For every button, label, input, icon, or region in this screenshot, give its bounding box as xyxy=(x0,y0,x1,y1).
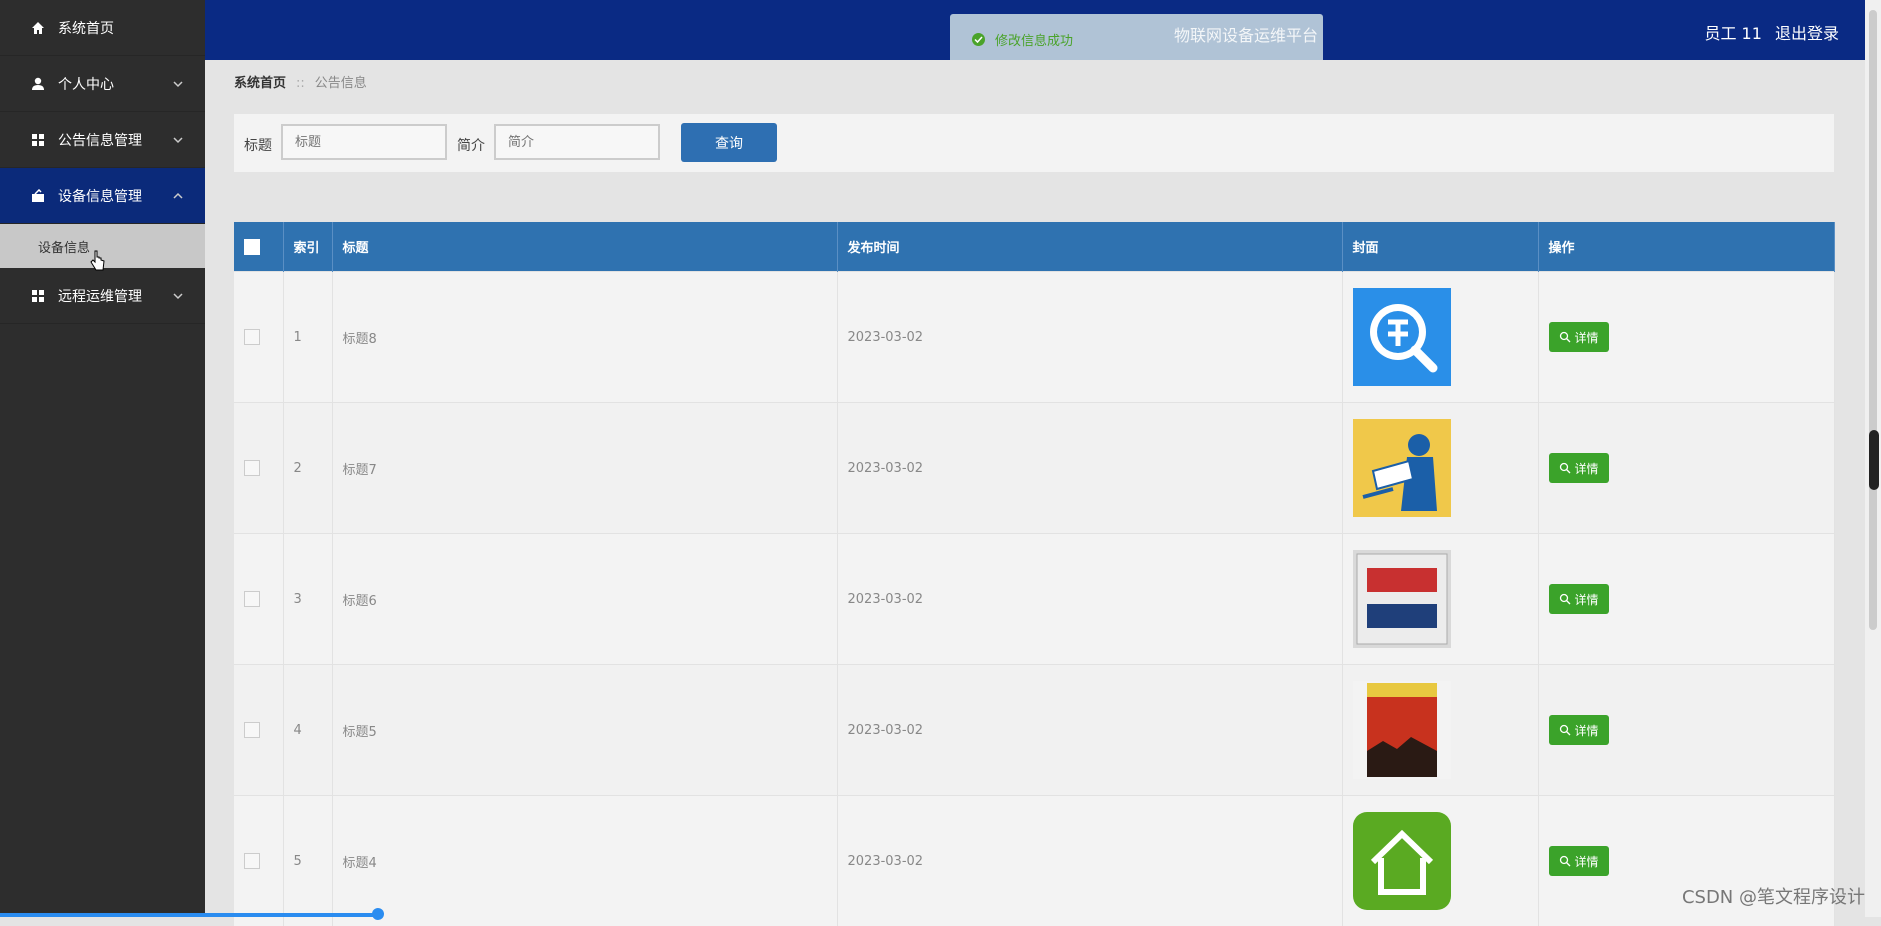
cover-image-travel-magazine xyxy=(1353,681,1451,779)
chevron-down-icon xyxy=(171,133,185,147)
sidebar-item-home[interactable]: 系统首页 xyxy=(0,0,205,56)
row-index: 3 xyxy=(283,534,332,665)
breadcrumb-separator: :: xyxy=(296,76,305,91)
search-bar: 标题 简介 查询 xyxy=(234,114,1834,172)
row-title: 标题6 xyxy=(332,534,837,665)
detail-button[interactable]: 详情 xyxy=(1549,846,1609,876)
column-header-actions: 操作 xyxy=(1538,222,1834,272)
notice-table: 索引 标题 发布时间 封面 操作 1 标题8 2023-03-02 xyxy=(234,222,1834,926)
playback-progress-bar[interactable] xyxy=(0,913,378,917)
chevron-down-icon xyxy=(171,77,185,91)
sidebar-item-personal-center[interactable]: 个人中心 xyxy=(0,56,205,112)
cover-image-worker-illustration xyxy=(1353,419,1451,517)
detail-button-label: 详情 xyxy=(1575,460,1599,477)
table-row: 4 标题5 2023-03-02 详情 xyxy=(234,665,1834,796)
row-index: 1 xyxy=(283,272,332,403)
search-icon xyxy=(1559,462,1571,474)
row-date: 2023-03-02 xyxy=(837,534,1342,665)
chevron-down-icon xyxy=(171,289,185,303)
top-header: 修改信息成功 物联网设备运维平台 员工 11 退出登录 xyxy=(205,0,1865,60)
breadcrumb-home[interactable]: 系统首页 xyxy=(234,76,286,91)
table-row: 5 标题4 2023-03-02 详情 xyxy=(234,796,1834,926)
row-date: 2023-03-02 xyxy=(837,796,1342,926)
search-icon xyxy=(1559,724,1571,736)
hand-cursor-icon xyxy=(90,250,106,272)
vertical-scrollbar[interactable] xyxy=(1865,0,1881,917)
cover-image-green-house-icon xyxy=(1353,812,1451,910)
sidebar: 系统首页 个人中心 公告信息管理 设备信息管理 设备信息 远程运维管理 xyxy=(0,0,205,917)
sidebar-item-notice-management[interactable]: 公告信息管理 xyxy=(0,112,205,168)
table-header-row: 索引 标题 发布时间 封面 操作 xyxy=(234,222,1834,272)
sidebar-item-device-management[interactable]: 设备信息管理 xyxy=(0,168,205,224)
search-icon xyxy=(1559,331,1571,343)
column-header-cover: 封面 xyxy=(1342,222,1538,272)
grid-icon xyxy=(30,132,46,148)
breadcrumb-current: 公告信息 xyxy=(315,76,367,91)
column-header-index: 索引 xyxy=(283,222,332,272)
table-row: 3 标题6 2023-03-02 详情 xyxy=(234,534,1834,665)
row-checkbox[interactable] xyxy=(244,329,260,345)
user-icon xyxy=(30,76,46,92)
sidebar-subitem-label: 设备信息 xyxy=(38,237,90,256)
search-icon xyxy=(1559,593,1571,605)
query-button[interactable]: 查询 xyxy=(681,123,777,162)
check-circle-icon xyxy=(972,33,985,46)
home-icon xyxy=(30,20,46,36)
watermark: CSDN @笔文程序设计 xyxy=(1682,883,1865,909)
intro-label: 简介 xyxy=(457,135,485,155)
sidebar-item-label: 系统首页 xyxy=(58,18,114,38)
user-area: 员工 11 退出登录 xyxy=(1696,20,1839,44)
chevron-up-icon xyxy=(171,189,185,203)
sidebar-item-label: 设备信息管理 xyxy=(58,186,142,206)
search-icon xyxy=(1559,855,1571,867)
breadcrumb: 系统首页::公告信息 xyxy=(234,72,367,91)
select-all-checkbox[interactable] xyxy=(244,239,260,255)
row-index: 5 xyxy=(283,796,332,926)
sidebar-item-label: 远程运维管理 xyxy=(58,286,142,306)
title-label: 标题 xyxy=(244,135,272,155)
detail-button-label: 详情 xyxy=(1575,329,1599,346)
detail-button-label: 详情 xyxy=(1575,722,1599,739)
cover-image-translate-icon xyxy=(1353,288,1451,386)
row-checkbox[interactable] xyxy=(244,853,260,869)
toast-message: 修改信息成功 xyxy=(995,30,1073,49)
sidebar-item-label: 个人中心 xyxy=(58,74,114,94)
title-search-input[interactable] xyxy=(281,124,447,160)
success-toast: 修改信息成功 物联网设备运维平台 xyxy=(950,14,1323,60)
progress-handle[interactable] xyxy=(372,908,384,920)
table-row: 2 标题7 2023-03-02 详情 xyxy=(234,403,1834,534)
logout-link[interactable]: 退出登录 xyxy=(1775,24,1839,43)
intro-search-input[interactable] xyxy=(494,124,660,160)
detail-button[interactable]: 详情 xyxy=(1549,322,1609,352)
row-title: 标题5 xyxy=(332,665,837,796)
row-date: 2023-03-02 xyxy=(837,272,1342,403)
row-title: 标题4 xyxy=(332,796,837,926)
detail-button-label: 详情 xyxy=(1575,853,1599,870)
grid-icon xyxy=(30,288,46,304)
scrollbar-thumb[interactable] xyxy=(1869,430,1879,490)
table-row: 1 标题8 2023-03-02 详情 xyxy=(234,272,1834,403)
app-title: 物联网设备运维平台 xyxy=(1174,22,1318,46)
row-checkbox[interactable] xyxy=(244,722,260,738)
sidebar-item-label: 公告信息管理 xyxy=(58,130,142,150)
cover-image-hot-picks-graphic xyxy=(1353,550,1451,648)
row-date: 2023-03-02 xyxy=(837,403,1342,534)
row-checkbox[interactable] xyxy=(244,460,260,476)
row-checkbox[interactable] xyxy=(244,591,260,607)
row-date: 2023-03-02 xyxy=(837,665,1342,796)
column-header-title: 标题 xyxy=(332,222,837,272)
device-icon xyxy=(30,188,46,204)
detail-button[interactable]: 详情 xyxy=(1549,584,1609,614)
detail-button[interactable]: 详情 xyxy=(1549,715,1609,745)
detail-button-label: 详情 xyxy=(1575,591,1599,608)
row-index: 2 xyxy=(283,403,332,534)
detail-button[interactable]: 详情 xyxy=(1549,453,1609,483)
column-header-date: 发布时间 xyxy=(837,222,1342,272)
username: 员工 11 xyxy=(1704,24,1761,43)
scrollbar-track xyxy=(1869,10,1877,630)
row-title: 标题7 xyxy=(332,403,837,534)
row-index: 4 xyxy=(283,665,332,796)
row-title: 标题8 xyxy=(332,272,837,403)
sidebar-item-remote-ops[interactable]: 远程运维管理 xyxy=(0,268,205,324)
